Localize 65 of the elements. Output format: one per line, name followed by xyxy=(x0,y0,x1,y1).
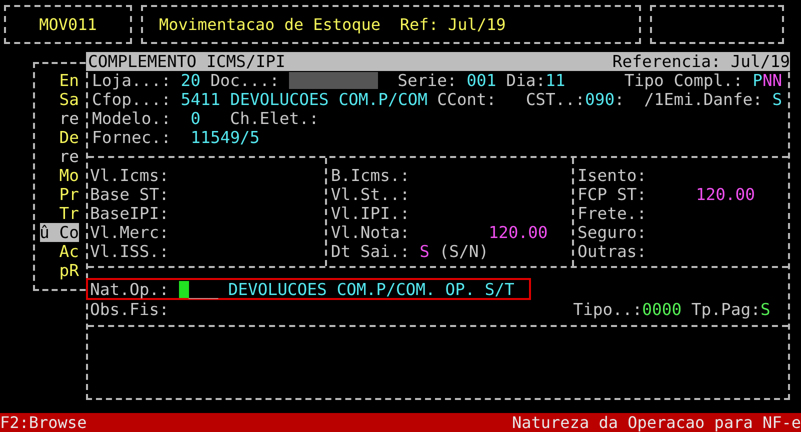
field-label: Serie: xyxy=(398,71,457,90)
field-label: Fornec.: xyxy=(92,128,171,147)
field-value: 001 xyxy=(466,71,496,90)
field-label: Emi.Danfe: xyxy=(664,90,762,109)
menu-item[interactable]: û Co xyxy=(40,223,79,242)
field-value: S xyxy=(420,242,430,261)
field-value: 11 xyxy=(546,71,566,90)
field-label: Cfop...: xyxy=(92,90,171,109)
menu-item[interactable]: Tr xyxy=(59,204,79,223)
field-label: Tipo Compl.: xyxy=(624,71,743,90)
field-label: Base ST: xyxy=(90,185,169,204)
field-label: Ch.Elet.: xyxy=(230,109,319,128)
field-label: CST..: xyxy=(526,90,585,109)
field-label: /1 xyxy=(644,90,664,109)
dialog-title: COMPLEMENTO ICMS/IPI xyxy=(88,52,286,71)
field-label: B.Icms.: xyxy=(330,166,410,185)
shortcut-hint: F2:Browse xyxy=(0,413,87,432)
field-label: Tipo..: xyxy=(573,300,642,319)
field-value: S xyxy=(772,90,782,109)
field-label: FCP ST: xyxy=(578,185,647,204)
field-value: P xyxy=(752,71,762,90)
menu-item[interactable]: De xyxy=(59,128,79,147)
field-label: Doc...: xyxy=(210,71,280,90)
menu-item[interactable]: En xyxy=(59,71,79,90)
field-value: S xyxy=(760,300,770,319)
field-label: Vl.ISS.: xyxy=(90,242,169,261)
field-label: Loja...: xyxy=(92,71,171,90)
menu-item[interactable]: Sa xyxy=(59,90,79,109)
field-label: CCont: xyxy=(437,90,496,109)
menu-item[interactable]: Ac xyxy=(59,242,79,261)
field-value: 120.00 xyxy=(488,223,548,242)
status-message: Natureza da Operacao para NF-e xyxy=(512,413,801,432)
field-hint: (S/N) xyxy=(439,242,489,261)
field-value: 5411 DEVOLUCOES COM.P/COM xyxy=(180,90,428,109)
field-label: Vl.Icms: xyxy=(90,166,169,185)
field-label: Vl.Merc: xyxy=(90,223,169,242)
field-value: 0000 xyxy=(642,300,682,319)
field-label: Nat.Op.: xyxy=(90,280,169,298)
reference-label: Referencia: Jul/19 xyxy=(612,52,790,71)
menu-item[interactable]: Pr xyxy=(59,185,79,204)
field-value: NN xyxy=(762,71,782,90)
field-label: Isento: xyxy=(578,166,647,185)
field-label: Dt Sai.: xyxy=(330,242,410,261)
menu-item[interactable]: pR xyxy=(59,261,79,280)
field-label: Tp.Pag: xyxy=(691,300,760,319)
field-value: 090 xyxy=(584,90,615,109)
field-value: 0 xyxy=(190,109,200,128)
field-label: Vl.St..: xyxy=(330,185,410,204)
screen-title: Movimentacao de Estoque Ref: Jul/19 xyxy=(159,15,506,34)
field-value: 20 xyxy=(180,71,200,90)
field-label: Vl.IPI.: xyxy=(330,204,410,223)
field-label: Dia: xyxy=(506,71,546,90)
field-label: : xyxy=(614,90,624,109)
field-value: 120.00 xyxy=(696,185,755,204)
field-label: Outras: xyxy=(578,242,647,261)
field-label: Obs.Fis: xyxy=(90,300,169,319)
field-value: DEVOLUCOES COM.P/COM. OP. S/T xyxy=(228,280,514,298)
field-label: Vl.Nota: xyxy=(330,223,410,242)
menu-item[interactable]: Mo xyxy=(59,166,79,185)
field-label: Seguro: xyxy=(578,223,647,242)
field-value: 11549/5 xyxy=(190,128,260,147)
program-code: MOV011 xyxy=(39,15,97,34)
field-label: BaseIPI: xyxy=(90,204,169,223)
field-label: Frete.: xyxy=(578,204,647,223)
field-label: Modelo.: xyxy=(92,109,171,128)
